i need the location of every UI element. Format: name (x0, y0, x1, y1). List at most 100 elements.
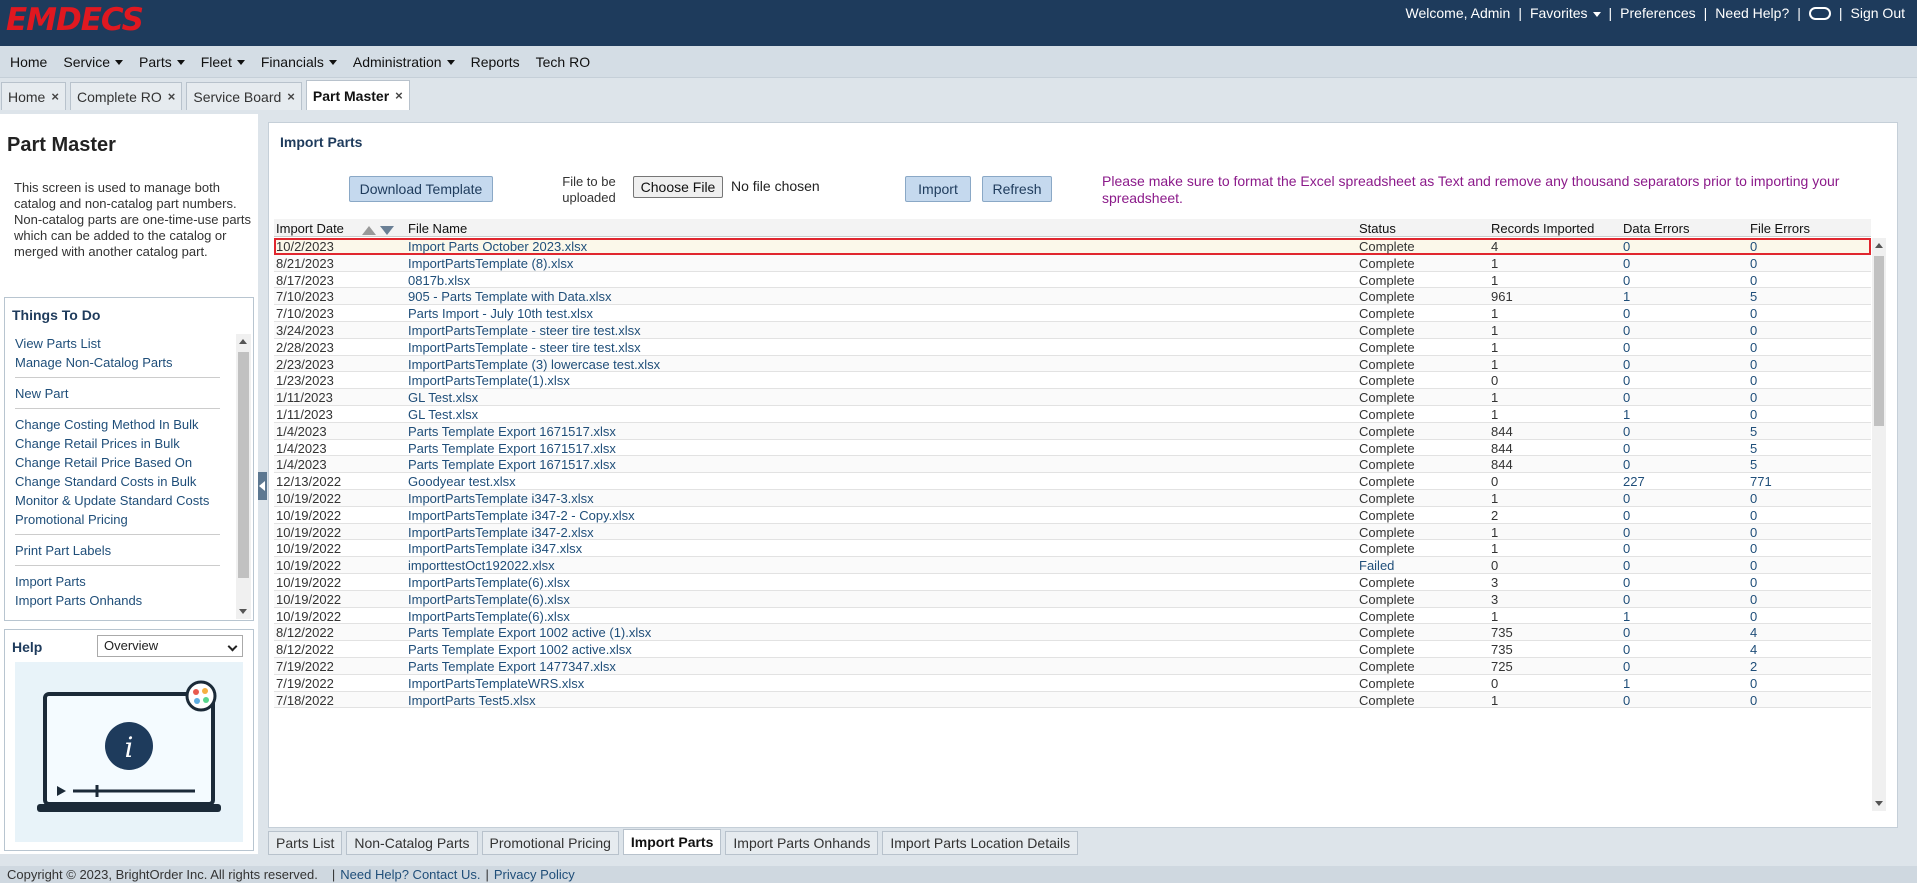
file-name-link[interactable]: ImportPartsTemplate(6).xlsx (408, 609, 570, 624)
data-errors-link[interactable]: 1 (1623, 407, 1630, 422)
help-topic-select[interactable]: Overview (97, 635, 243, 657)
menu-administration[interactable]: Administration (345, 54, 463, 70)
tab-part-master[interactable]: Part Master × (305, 80, 410, 110)
todo-import-parts-onhands[interactable]: Import Parts Onhands (15, 591, 225, 610)
file-name-link[interactable]: Parts Template Export 1477347.xlsx (408, 659, 616, 674)
todo-change-retail-prices-in-bulk[interactable]: Change Retail Prices in Bulk (15, 434, 225, 453)
file-name-link[interactable]: Parts Import - July 10th test.xlsx (408, 306, 593, 321)
subtab-non-catalog-parts[interactable]: Non-Catalog Parts (346, 831, 478, 855)
file-name-link[interactable]: GL Test.xlsx (408, 407, 478, 422)
table-row[interactable]: 8/12/2022 Parts Template Export 1002 acti… (274, 641, 1871, 658)
data-errors-link[interactable]: 0 (1623, 306, 1630, 321)
table-row[interactable]: 1/11/2023 GL Test.xlsx Complete 1 0 0 (274, 389, 1871, 406)
data-errors-link[interactable]: 0 (1623, 457, 1630, 472)
column-header-status[interactable]: Status (1359, 221, 1396, 236)
table-row[interactable]: 10/2/2023 Import Parts October 2023.xlsx C… (274, 238, 1871, 256)
help-video-thumbnail[interactable]: i (15, 662, 243, 842)
data-errors-link[interactable]: 0 (1623, 340, 1630, 355)
menu-parts[interactable]: Parts (131, 54, 193, 70)
grid-scrollbar[interactable] (1872, 238, 1886, 811)
table-row[interactable]: 2/28/2023 ImportPartsTemplate - steer tir… (274, 339, 1871, 356)
data-errors-link[interactable]: 0 (1623, 491, 1630, 506)
file-name-link[interactable]: ImportPartsTemplate - steer tire test.xl… (408, 340, 641, 355)
file-errors-link[interactable]: 5 (1750, 424, 1757, 439)
table-row[interactable]: 7/19/2022 Parts Template Export 1477347.x… (274, 658, 1871, 675)
subtab-parts-list[interactable]: Parts List (268, 831, 343, 855)
todo-view-parts-list[interactable]: View Parts List (15, 334, 225, 353)
file-errors-link[interactable]: 771 (1750, 474, 1772, 489)
file-name-link[interactable]: importtestOct192022.xlsx (408, 558, 555, 573)
subtab-import-parts-location-details[interactable]: Import Parts Location Details (882, 831, 1079, 855)
file-name-link[interactable]: 905 - Parts Template with Data.xlsx (408, 289, 612, 304)
file-errors-link[interactable]: 0 (1750, 306, 1757, 321)
table-row[interactable]: 8/17/2023 0817b.xlsx Complete 1 0 0 (274, 272, 1871, 289)
close-icon[interactable]: × (395, 88, 403, 103)
column-header-data-errors[interactable]: Data Errors (1623, 221, 1689, 236)
table-row[interactable]: 1/11/2023 GL Test.xlsx Complete 1 1 0 (274, 406, 1871, 423)
table-row[interactable]: 7/10/2023 Parts Import - July 10th test.x… (274, 305, 1871, 322)
data-errors-link[interactable]: 0 (1623, 390, 1630, 405)
close-icon[interactable]: × (287, 89, 295, 104)
import-button[interactable]: Import (905, 176, 971, 202)
subtab-import-parts-onhands[interactable]: Import Parts Onhands (725, 831, 879, 855)
file-name-link[interactable]: ImportPartsTemplate i347-3.xlsx (408, 491, 594, 506)
file-errors-link[interactable]: 0 (1750, 676, 1757, 691)
scroll-up-icon[interactable] (1875, 243, 1883, 248)
file-name-link[interactable]: ImportPartsTemplate(6).xlsx (408, 592, 570, 607)
privacy-policy-link[interactable]: Privacy Policy (489, 867, 580, 882)
file-name-link[interactable]: ImportPartsTemplate i347.xlsx (408, 541, 582, 556)
table-row[interactable]: 2/23/2023 ImportPartsTemplate (3) lowerca… (274, 355, 1871, 373)
data-errors-link[interactable]: 0 (1623, 642, 1630, 657)
close-icon[interactable]: × (168, 89, 176, 104)
menu-service[interactable]: Service (55, 54, 131, 70)
data-errors-link[interactable]: 0 (1623, 273, 1630, 288)
data-errors-link[interactable]: 0 (1623, 575, 1630, 590)
file-errors-link[interactable]: 5 (1750, 441, 1757, 456)
file-errors-link[interactable]: 0 (1750, 575, 1757, 590)
file-name-link[interactable]: ImportPartsTemplate - steer tire test.xl… (408, 323, 641, 338)
data-errors-link[interactable]: 0 (1623, 357, 1630, 372)
grid-scroll-thumb[interactable] (1874, 256, 1884, 426)
tab-home[interactable]: Home × (1, 82, 66, 110)
table-row[interactable]: 1/4/2023 Parts Template Export 1671517.xl… (274, 422, 1871, 440)
todo-scrollbar[interactable] (236, 334, 251, 619)
refresh-button[interactable]: Refresh (982, 176, 1052, 202)
file-errors-link[interactable]: 0 (1750, 541, 1757, 556)
menu-home[interactable]: Home (2, 54, 55, 70)
choose-file-button[interactable]: Choose File (633, 176, 723, 198)
data-errors-link[interactable]: 0 (1623, 525, 1630, 540)
file-name-link[interactable]: ImportPartsTemplate (8).xlsx (408, 256, 573, 271)
file-name-link[interactable]: Parts Template Export 1002 active (1).xl… (408, 625, 651, 640)
file-name-link[interactable]: ImportPartsTemplateWRS.xlsx (408, 676, 584, 691)
column-header-file-name[interactable]: File Name (408, 221, 467, 236)
data-errors-link[interactable]: 0 (1623, 323, 1630, 338)
sort-ascending-icon[interactable] (362, 226, 376, 235)
table-row[interactable]: 3/24/2023 ImportPartsTemplate - steer tir… (274, 322, 1871, 339)
file-name-link[interactable]: Parts Template Export 1002 active.xlsx (408, 642, 632, 657)
file-errors-link[interactable]: 0 (1750, 508, 1757, 523)
contact-us-link[interactable]: Need Help? Contact Us. (335, 867, 485, 882)
sign-out-link[interactable]: Sign Out (1845, 5, 1911, 21)
data-errors-link[interactable]: 1 (1623, 609, 1630, 624)
file-errors-link[interactable]: 4 (1750, 642, 1757, 657)
file-errors-link[interactable]: 0 (1750, 357, 1757, 372)
scroll-down-icon[interactable] (239, 609, 247, 614)
data-errors-link[interactable]: 0 (1623, 558, 1630, 573)
file-name-link[interactable]: Goodyear test.xlsx (408, 474, 516, 489)
column-header-records-imported[interactable]: Records Imported (1491, 221, 1594, 236)
table-row[interactable]: 1/4/2023 Parts Template Export 1671517.xl… (274, 440, 1871, 457)
data-errors-link[interactable]: 0 (1623, 693, 1630, 708)
table-row[interactable]: 10/19/2022 ImportPartsTemplate i347-2.xls… (274, 523, 1871, 541)
data-errors-link[interactable]: 0 (1623, 424, 1630, 439)
data-errors-link[interactable]: 0 (1623, 625, 1630, 640)
table-row[interactable]: 10/19/2022 importtestOct192022.xlsx Failed… (274, 557, 1871, 574)
file-errors-link[interactable]: 0 (1750, 390, 1757, 405)
data-errors-link[interactable]: 0 (1623, 508, 1630, 523)
need-help-link[interactable]: Need Help? (1709, 5, 1795, 21)
file-name-link[interactable]: Parts Template Export 1671517.xlsx (408, 424, 616, 439)
file-name-link[interactable]: ImportPartsTemplate i347-2.xlsx (408, 525, 594, 540)
file-errors-link[interactable]: 0 (1750, 693, 1757, 708)
table-row[interactable]: 10/19/2022 ImportPartsTemplate i347-2 - C… (274, 507, 1871, 524)
tab-complete-ro[interactable]: Complete RO × (69, 82, 183, 110)
file-name-link[interactable]: Import Parts October 2023.xlsx (408, 239, 587, 254)
